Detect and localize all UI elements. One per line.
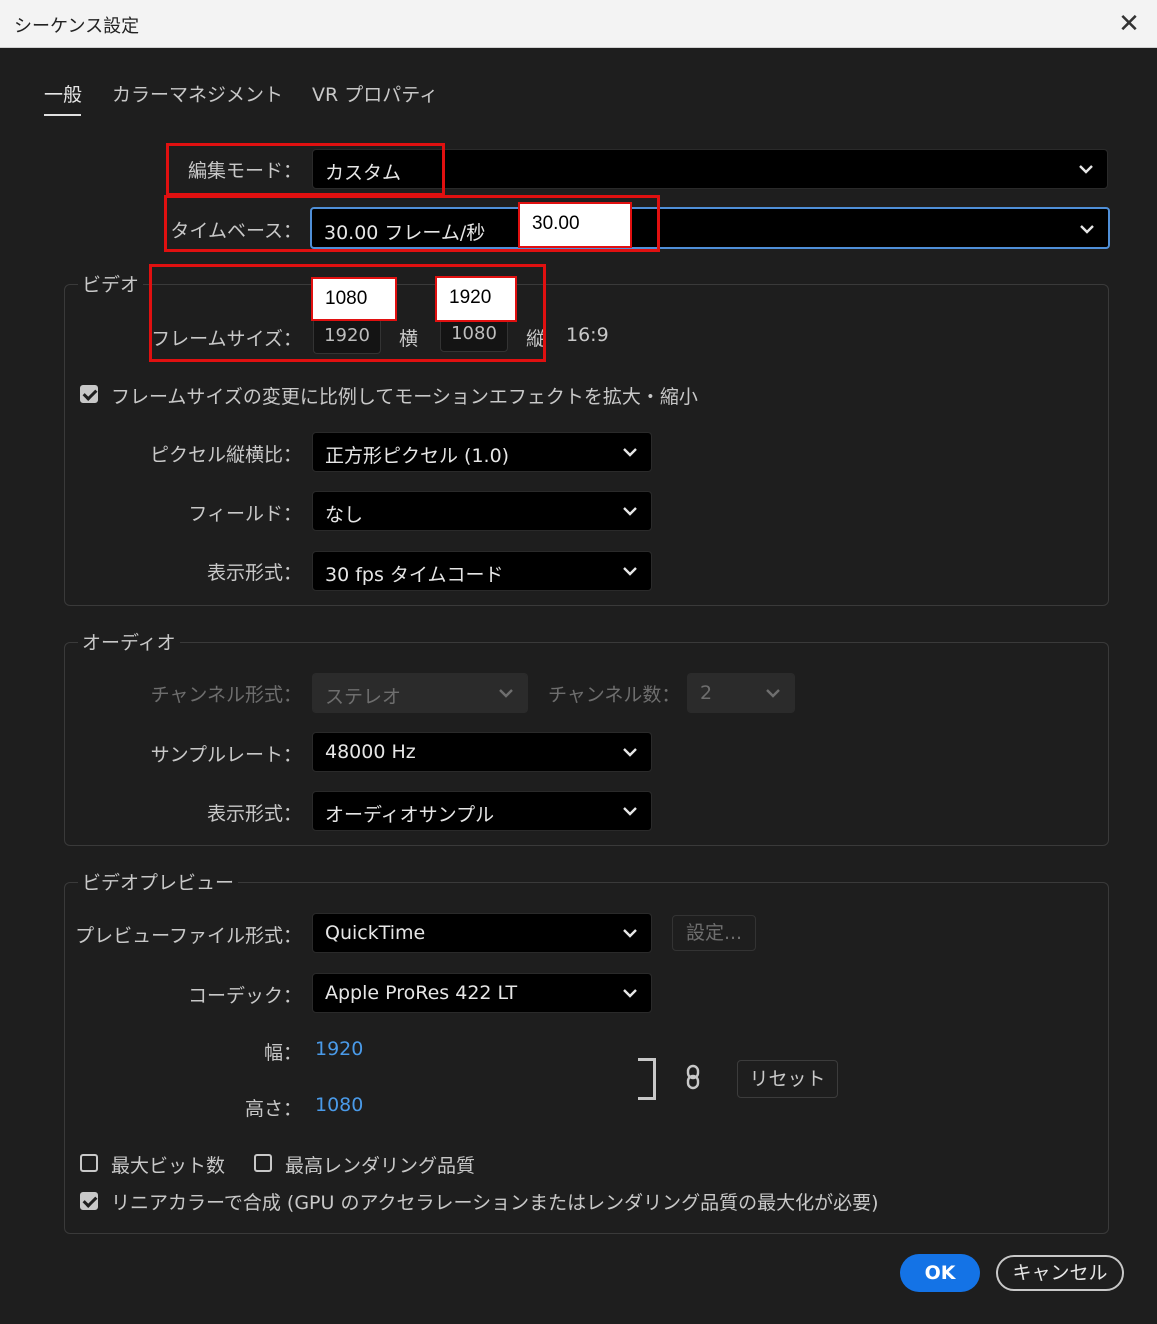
linear-color-checkbox[interactable]: [80, 1192, 98, 1210]
audio-display-format-label: 表示形式：: [206, 803, 302, 825]
frame-width-unit: 横: [399, 328, 419, 350]
codec-select[interactable]: Apple ProRes 422 LT: [312, 973, 652, 1013]
editing-mode-value: カスタム: [325, 162, 402, 184]
chevron-down-icon: [766, 689, 780, 698]
fields-label: フィールド：: [188, 503, 302, 525]
chevron-down-icon: [623, 748, 637, 757]
preview-file-format-value: QuickTime: [325, 922, 426, 944]
tab-general[interactable]: 一般: [44, 80, 82, 107]
channel-count-value: 2: [700, 682, 713, 704]
audio-group-title: オーディオ: [78, 628, 180, 655]
frame-width-input[interactable]: 1920: [313, 318, 381, 354]
close-icon[interactable]: ✕: [1113, 8, 1145, 40]
chevron-down-icon: [499, 689, 513, 698]
channel-count-select[interactable]: 2: [687, 673, 795, 713]
ok-button[interactable]: OK: [900, 1254, 980, 1292]
tab-color-management[interactable]: カラーマネジメント: [112, 80, 283, 107]
chevron-down-icon: [1079, 165, 1093, 174]
sample-rate-value: 48000 Hz: [325, 741, 416, 763]
channel-count-label: チャンネル数：: [548, 684, 681, 706]
max-render-quality-checkbox[interactable]: [254, 1154, 272, 1172]
pixel-aspect-label: ピクセル縦横比：: [149, 444, 302, 466]
codec-value: Apple ProRes 422 LT: [325, 982, 518, 1004]
chevron-down-icon: [623, 929, 637, 938]
pixel-aspect-value: 正方形ピクセル (1.0): [325, 445, 510, 467]
video-display-format-label: 表示形式：: [206, 562, 302, 584]
chevron-down-icon: [623, 567, 637, 576]
audio-display-format-value: オーディオサンプル: [325, 804, 495, 826]
frame-width-annotation: 1080: [311, 277, 397, 321]
preview-file-format-select[interactable]: QuickTime: [312, 913, 652, 953]
frame-height-unit: 縦: [526, 328, 546, 350]
chevron-down-icon: [623, 507, 637, 516]
editing-mode-label: 編集モード：: [187, 160, 302, 182]
reset-button[interactable]: リセット: [737, 1060, 838, 1098]
preview-height-value[interactable]: 1080: [315, 1094, 363, 1116]
channel-format-label: チャンネル形式：: [150, 684, 302, 706]
frame-size-label: フレームサイズ：: [151, 328, 302, 350]
preview-settings-button[interactable]: 設定...: [672, 915, 756, 951]
chevron-down-icon: [623, 448, 637, 457]
chevron-down-icon: [623, 807, 637, 816]
channel-format-select[interactable]: ステレオ: [312, 673, 528, 713]
max-bit-depth-label: 最大ビット数: [111, 1155, 226, 1177]
fields-value: なし: [325, 504, 364, 526]
sample-rate-select[interactable]: 48000 Hz: [312, 732, 652, 772]
scale-motion-checkbox[interactable]: [80, 385, 98, 403]
title-bar: シーケンス設定 ✕: [0, 0, 1157, 48]
link-icon[interactable]: [684, 1064, 702, 1090]
active-tab-indicator: [44, 114, 81, 116]
tab-vr-properties[interactable]: VR プロパティ: [312, 80, 438, 107]
channel-format-value: ステレオ: [325, 686, 402, 708]
preview-width-label: 幅：: [263, 1042, 302, 1064]
chevron-down-icon: [623, 989, 637, 998]
frame-height-annotation: 1920: [435, 276, 517, 322]
aspect-ratio-value: 16:9: [566, 324, 609, 346]
preview-file-format-label: プレビューファイル形式：: [75, 925, 302, 947]
link-bracket: [638, 1058, 656, 1100]
linear-color-label: リニアカラーで合成 (GPU のアクセラレーションまたはレンダリング品質の最大化…: [111, 1192, 879, 1214]
sample-rate-label: サンプルレート：: [150, 744, 302, 766]
video-display-format-value: 30 fps タイムコード: [325, 564, 504, 586]
timebase-annotation: 30.00: [518, 202, 632, 248]
chevron-down-icon: [1080, 225, 1094, 234]
max-render-quality-label: 最高レンダリング品質: [285, 1155, 476, 1177]
cancel-button[interactable]: キャンセル: [996, 1255, 1124, 1291]
timebase-value: 30.00 フレーム/秒: [324, 222, 486, 244]
preview-height-label: 高さ：: [244, 1098, 302, 1120]
codec-label: コーデック：: [187, 985, 302, 1007]
pixel-aspect-select[interactable]: 正方形ピクセル (1.0): [312, 432, 652, 472]
editing-mode-select[interactable]: カスタム: [312, 149, 1108, 189]
audio-display-format-select[interactable]: オーディオサンプル: [312, 791, 652, 831]
preview-width-value[interactable]: 1920: [315, 1038, 363, 1060]
video-display-format-select[interactable]: 30 fps タイムコード: [312, 551, 652, 591]
scale-motion-label: フレームサイズの変更に比例してモーションエフェクトを拡大・縮小: [111, 386, 698, 408]
window-title: シーケンス設定: [14, 16, 140, 37]
video-preview-group-title: ビデオプレビュー: [78, 868, 239, 895]
max-bit-depth-checkbox[interactable]: [80, 1154, 98, 1172]
video-group-title: ビデオ: [78, 270, 144, 297]
timebase-select[interactable]: 30.00 フレーム/秒: [310, 207, 1110, 249]
timebase-label: タイムベース：: [170, 220, 302, 242]
fields-select[interactable]: なし: [312, 491, 652, 531]
